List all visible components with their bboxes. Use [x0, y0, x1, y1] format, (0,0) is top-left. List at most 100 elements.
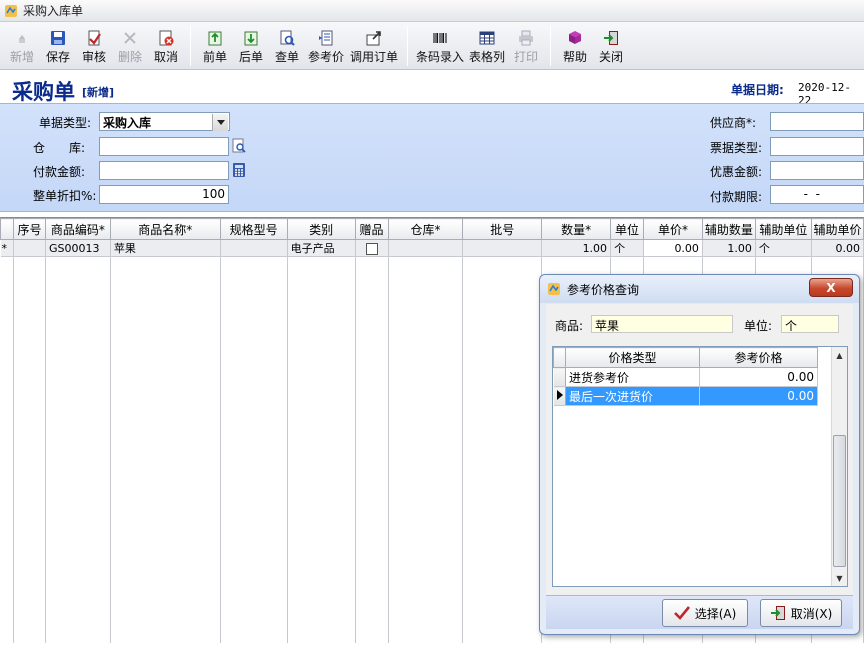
- lookup-search-icon[interactable]: [232, 138, 246, 157]
- dialog-titlebar[interactable]: 参考价格查询 X: [540, 275, 859, 303]
- barcode-icon: [431, 30, 449, 46]
- row-header[interactable]: [553, 386, 566, 406]
- empty-cell: [13, 256, 46, 643]
- prev-doc-button[interactable]: 前单: [198, 22, 232, 68]
- column-header[interactable]: 序号: [12, 218, 46, 240]
- price-type-cell[interactable]: 进货参考价: [565, 367, 700, 387]
- scroll-down-icon[interactable]: ▼: [832, 570, 847, 586]
- cancel-button[interactable]: 取消: [149, 22, 183, 68]
- invoice-type-label: 票据类型:: [710, 141, 763, 155]
- column-header[interactable]: 类别: [286, 218, 356, 240]
- column-header[interactable]: 规格型号: [219, 218, 288, 240]
- cell-spec[interactable]: [220, 239, 288, 257]
- cell-aux-price[interactable]: 0.00: [811, 239, 864, 257]
- price-value-cell[interactable]: 0.00: [699, 367, 818, 387]
- column-header[interactable]: 赠品: [354, 218, 389, 240]
- payment-amount-field[interactable]: [99, 161, 229, 180]
- column-header[interactable]: 辅助单位: [754, 218, 812, 240]
- cell-aux-unit[interactable]: 个: [755, 239, 812, 257]
- column-header[interactable]: 辅助单价: [810, 218, 864, 240]
- column-header[interactable]: 参考价格: [699, 347, 818, 368]
- help-button[interactable]: 帮助: [558, 22, 592, 68]
- column-header[interactable]: 商品编码*: [44, 218, 111, 240]
- chevron-down-icon[interactable]: [212, 114, 228, 131]
- barcode-entry-button[interactable]: 条码录入: [415, 22, 465, 68]
- table-header-row: 序号 商品编码* 商品名称* 规格型号 类别 赠品 仓库* 批号 数量* 单位 …: [0, 218, 864, 240]
- dialog-close-button[interactable]: X: [809, 278, 853, 297]
- document-form: 单据类型: 采购入库 仓 库: 付款金额: 整单折扣%: 100 供应商*: 票…: [0, 103, 864, 212]
- empty-cell: [0, 256, 14, 643]
- column-header[interactable]: 单价*: [643, 218, 703, 240]
- cell-aux-qty[interactable]: 1.00: [702, 239, 756, 257]
- doc-type-select[interactable]: 采购入库: [99, 112, 230, 131]
- audit-button[interactable]: 审核: [77, 22, 111, 68]
- cell-qty[interactable]: 1.00: [541, 239, 612, 257]
- column-header[interactable]: 单位: [610, 218, 645, 240]
- cell-name[interactable]: 苹果: [110, 239, 221, 257]
- column-header[interactable]: 批号: [462, 218, 543, 240]
- cell-gift[interactable]: [355, 239, 389, 257]
- cell-seq[interactable]: [13, 239, 46, 257]
- print-button[interactable]: 打印: [509, 22, 543, 68]
- calculator-icon[interactable]: [232, 162, 246, 181]
- column-header[interactable]: 数量*: [541, 218, 612, 240]
- column-header[interactable]: 商品名称*: [109, 218, 221, 240]
- table-columns-button[interactable]: 表格列: [467, 22, 507, 68]
- pay-term-date-field[interactable]: - -: [770, 185, 864, 204]
- reference-price-icon: [317, 30, 335, 46]
- cell-code[interactable]: GS00013: [45, 239, 111, 257]
- invoice-type-field[interactable]: [770, 137, 864, 156]
- delete-button[interactable]: 删除: [113, 22, 147, 68]
- discount-field[interactable]: 100: [99, 185, 229, 204]
- help-button-label: 帮助: [562, 50, 587, 64]
- price-value-cell[interactable]: 0.00: [699, 386, 818, 406]
- product-field: 苹果: [591, 315, 733, 333]
- rebate-amount-field[interactable]: [770, 161, 864, 180]
- cell-batch[interactable]: [462, 239, 543, 257]
- cancel-icon: [157, 30, 175, 46]
- table-row[interactable]: 最后一次进货价 0.00: [553, 386, 818, 406]
- import-order-button[interactable]: 调用订单: [348, 22, 400, 68]
- app-icon: [5, 4, 17, 17]
- table-row[interactable]: * GS00013 苹果 电子产品 1.00 个 0.00 1.00 个 0.0…: [0, 239, 864, 257]
- gift-checkbox[interactable]: [365, 242, 378, 255]
- column-header[interactable]: 仓库*: [387, 218, 464, 240]
- product-label: 商品:: [555, 319, 584, 333]
- warehouse-field[interactable]: [99, 137, 229, 156]
- cell-category[interactable]: 电子产品: [287, 239, 356, 257]
- next-doc-button[interactable]: 后单: [234, 22, 268, 68]
- exit-icon: [770, 605, 786, 621]
- window-titlebar: 采购入库单: [0, 0, 864, 22]
- vertical-scrollbar[interactable]: ▲ ▼: [831, 347, 847, 586]
- row-indicator-header: [553, 347, 566, 368]
- scroll-up-icon[interactable]: ▲: [832, 347, 847, 363]
- barcode-entry-label: 条码录入: [415, 50, 464, 64]
- column-header[interactable]: 价格类型: [565, 347, 700, 368]
- rebate-amount-label: 优惠金额:: [710, 165, 763, 179]
- scrollbar-thumb[interactable]: [833, 435, 846, 567]
- row-header[interactable]: [553, 367, 566, 387]
- toolbar-separator: [550, 26, 551, 66]
- new-button[interactable]: 新增: [5, 22, 39, 68]
- cell-warehouse[interactable]: [388, 239, 464, 257]
- select-button[interactable]: 选择(A): [662, 599, 748, 627]
- dialog-body: 商品: 苹果 单位: 个 价格类型 参考价格 进货参考价 0.00 最后一次进货…: [546, 304, 853, 629]
- search-doc-button[interactable]: 查单: [270, 22, 304, 68]
- reference-price-button[interactable]: 参考价: [306, 22, 346, 68]
- current-row-icon: [556, 389, 563, 400]
- cell-unit[interactable]: 个: [610, 239, 645, 257]
- price-grid[interactable]: 价格类型 参考价格 进货参考价 0.00 最后一次进货价 0.00 ▲ ▼: [552, 346, 848, 587]
- select-button-label: 选择(A): [694, 606, 737, 621]
- empty-cell: [110, 256, 221, 643]
- dialog-cancel-button[interactable]: 取消(X): [760, 599, 842, 627]
- next-doc-label: 后单: [238, 50, 263, 64]
- price-type-cell[interactable]: 最后一次进货价: [565, 386, 700, 406]
- window-title: 采购入库单: [23, 4, 84, 18]
- cell-price[interactable]: 0.00: [643, 239, 703, 257]
- save-button[interactable]: 保存: [41, 22, 75, 68]
- table-row[interactable]: 进货参考价 0.00: [553, 367, 818, 387]
- supplier-field[interactable]: [770, 112, 864, 131]
- column-header[interactable]: 辅助数量: [701, 218, 756, 240]
- supplier-label: 供应商*:: [710, 116, 757, 130]
- close-button[interactable]: 关闭: [594, 22, 628, 68]
